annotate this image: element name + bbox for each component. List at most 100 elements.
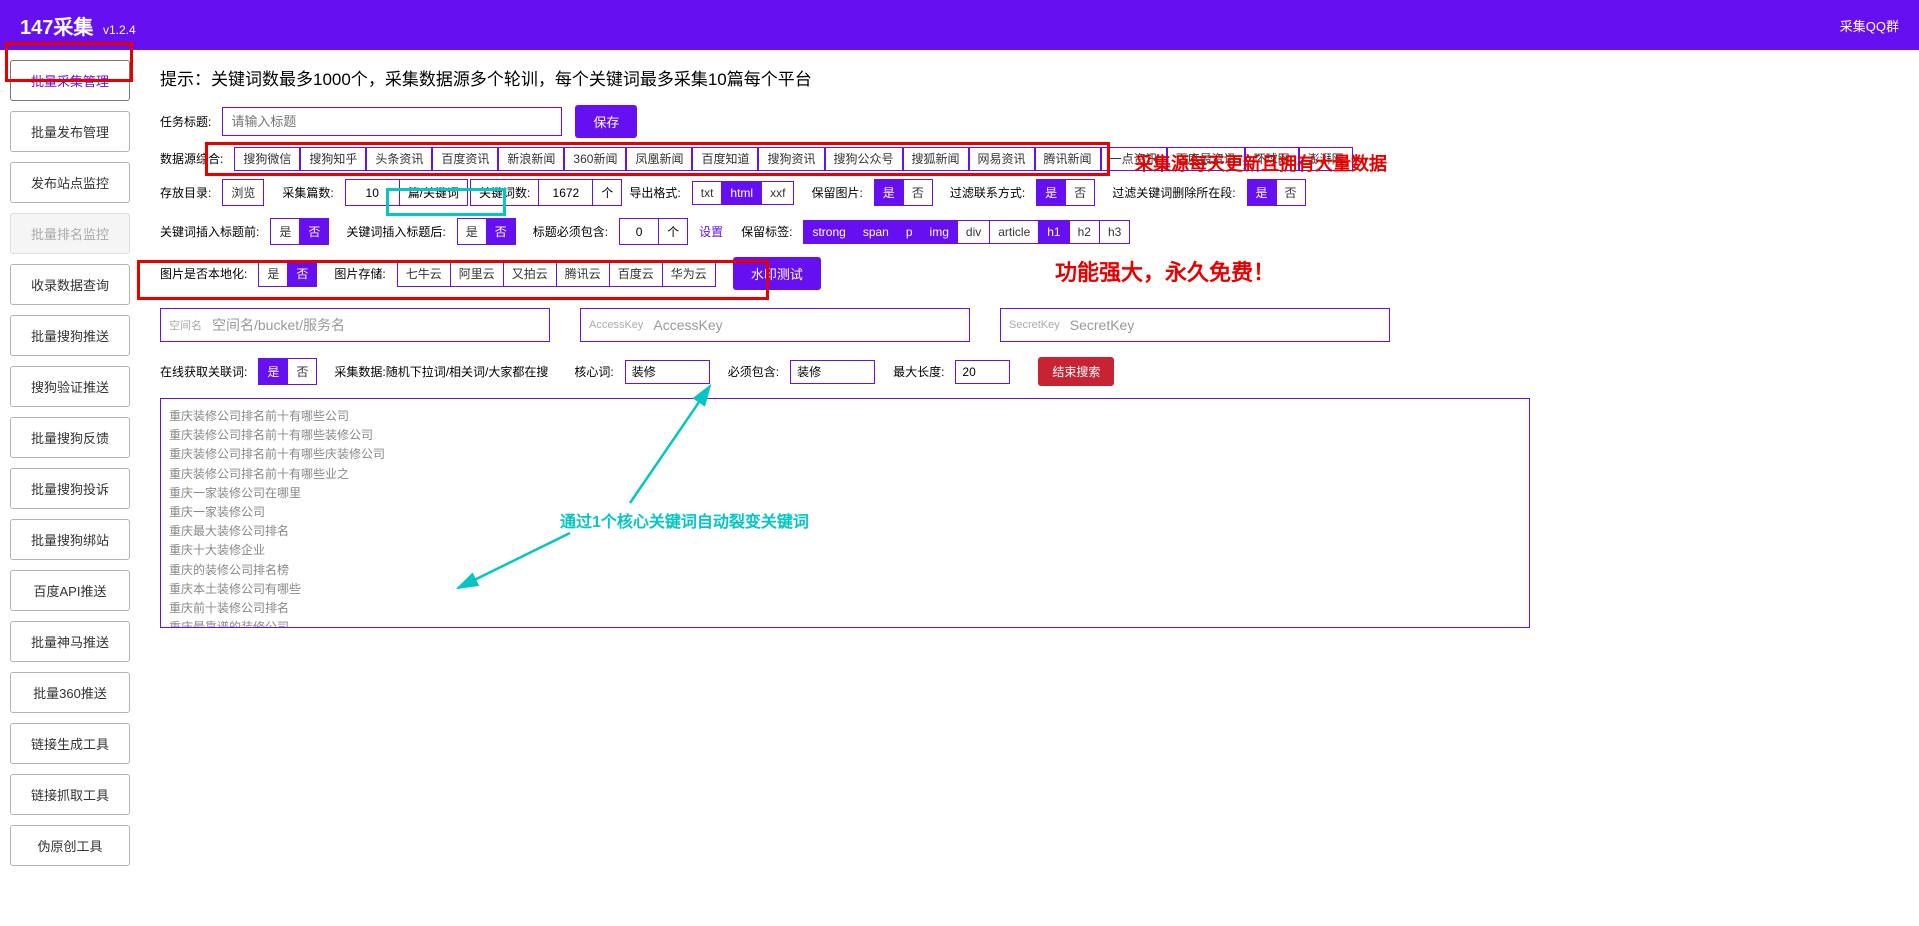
- browse-button[interactable]: 浏览: [222, 179, 264, 206]
- bucket-prefix: 空间名: [169, 317, 202, 333]
- source-tag[interactable]: 360新闻: [564, 147, 626, 171]
- save-button[interactable]: 保存: [575, 105, 637, 138]
- bucket-placeholder: 空间名/bucket/服务名: [212, 315, 345, 335]
- brand: 147采集 v1.2.4: [20, 11, 136, 40]
- count-suffix: 篇/关键词: [400, 179, 468, 206]
- insert-before-option[interactable]: 是: [270, 218, 300, 245]
- sidebar: 批量采集管理批量发布管理发布站点监控批量排名监控收录数据查询批量搜狗推送搜狗验证…: [0, 50, 140, 886]
- source-tag[interactable]: 搜狗资讯: [758, 147, 824, 171]
- sidebar-item[interactable]: 批量360推送: [10, 672, 130, 713]
- source-tag[interactable]: 凤凰新闻: [626, 147, 692, 171]
- title-must-suffix: 个: [659, 218, 688, 245]
- sidebar-item[interactable]: 收录数据查询: [10, 264, 130, 305]
- insert-after-option[interactable]: 否: [486, 218, 516, 245]
- keep-tag-option[interactable]: span: [854, 220, 898, 244]
- insert-after-option[interactable]: 是: [457, 218, 487, 245]
- settings-link[interactable]: 设置: [699, 223, 723, 240]
- keep-tag-option[interactable]: p: [897, 220, 922, 244]
- watermark-test-button[interactable]: 水印测试: [733, 257, 821, 290]
- sidebar-item[interactable]: 批量神马推送: [10, 621, 130, 662]
- source-tag[interactable]: 搜狗微信: [234, 147, 300, 171]
- img-store-option[interactable]: 七牛云: [397, 260, 451, 287]
- sidebar-item[interactable]: 百度API推送: [10, 570, 130, 611]
- export-format-option[interactable]: xxf: [761, 181, 794, 205]
- keep-img-label: 保留图片:: [811, 184, 862, 201]
- kw-before-label: 关键词插入标题前:: [160, 223, 259, 240]
- sidebar-item[interactable]: 批量搜狗反馈: [10, 417, 130, 458]
- img-local-option[interactable]: 否: [287, 260, 317, 287]
- source-tag[interactable]: 头条资讯: [366, 147, 432, 171]
- img-store-option[interactable]: 百度云: [609, 260, 663, 287]
- sidebar-item[interactable]: 搜狗验证推送: [10, 366, 130, 407]
- source-tag[interactable]: 百度知道: [692, 147, 758, 171]
- keep-tag-option[interactable]: img: [921, 220, 958, 244]
- title-must-input[interactable]: [619, 218, 659, 245]
- export-format-option[interactable]: txt: [692, 181, 723, 205]
- maxlen-input[interactable]: [955, 360, 1010, 384]
- filter-contact-option[interactable]: 否: [1065, 179, 1095, 206]
- keep-image-option[interactable]: 否: [903, 179, 933, 206]
- img-local-option[interactable]: 是: [258, 260, 288, 287]
- source-tag[interactable]: 搜狗知乎: [300, 147, 366, 171]
- kw-label: 关键词数:: [470, 179, 538, 206]
- keep-tag-option[interactable]: h3: [1099, 220, 1130, 244]
- keep-tag-option[interactable]: article: [989, 220, 1039, 244]
- sidebar-item[interactable]: 批量搜狗绑站: [10, 519, 130, 560]
- brand-name: 147采集: [20, 17, 93, 39]
- brand-version: v1.2.4: [103, 23, 136, 37]
- img-store-option[interactable]: 阿里云: [450, 260, 504, 287]
- img-store-option[interactable]: 华为云: [662, 260, 716, 287]
- keep-tags-label: 保留标签:: [741, 223, 792, 240]
- sidebar-item[interactable]: 批量采集管理: [10, 60, 130, 101]
- keywords-textarea[interactable]: [160, 398, 1530, 628]
- bucket-input[interactable]: 空间名 空间名/bucket/服务名: [160, 308, 550, 342]
- online-kw-option[interactable]: 是: [258, 358, 288, 385]
- core-label: 核心词:: [574, 363, 613, 380]
- filter-contact-option[interactable]: 是: [1036, 179, 1066, 206]
- source-tag[interactable]: 网易资讯: [969, 147, 1035, 171]
- delete-paragraph-option[interactable]: 是: [1247, 179, 1277, 206]
- main-panel: 提示：关键词数最多1000个，采集数据源多个轮训，每个关键词最多采集10篇每个平…: [140, 50, 1919, 886]
- source-tag[interactable]: 腾讯新闻: [1035, 147, 1101, 171]
- sidebar-item: 批量排名监控: [10, 213, 130, 254]
- sidebar-item[interactable]: 批量发布管理: [10, 111, 130, 152]
- task-title-label: 任务标题:: [160, 113, 211, 130]
- accesskey-placeholder: AccessKey: [653, 317, 722, 333]
- export-format-option[interactable]: html: [721, 181, 762, 205]
- accesskey-input[interactable]: AccessKey AccessKey: [580, 308, 970, 342]
- header-qq-link[interactable]: 采集QQ群: [1840, 16, 1899, 35]
- img-store-label: 图片存储:: [334, 265, 385, 282]
- keep-tag-option[interactable]: h2: [1069, 220, 1100, 244]
- must-contain-input[interactable]: [790, 360, 875, 384]
- kw-suffix: 个: [593, 179, 622, 206]
- sidebar-item[interactable]: 链接生成工具: [10, 723, 130, 764]
- sidebar-item[interactable]: 批量搜狗投诉: [10, 468, 130, 509]
- source-tag[interactable]: 搜狐新闻: [903, 147, 969, 171]
- img-store-option[interactable]: 腾讯云: [556, 260, 610, 287]
- keep-tag-option[interactable]: strong: [803, 220, 854, 244]
- delete-paragraph-option[interactable]: 否: [1276, 179, 1306, 206]
- source-tag[interactable]: 百度资讯: [432, 147, 498, 171]
- online-kw-option[interactable]: 否: [287, 358, 317, 385]
- sidebar-item[interactable]: 伪原创工具: [10, 825, 130, 866]
- insert-before-option[interactable]: 否: [299, 218, 329, 245]
- count-input[interactable]: [345, 179, 400, 206]
- img-store-option[interactable]: 又拍云: [503, 260, 557, 287]
- sidebar-item[interactable]: 批量搜狗推送: [10, 315, 130, 356]
- secretkey-input[interactable]: SecretKey SecretKey: [1000, 308, 1390, 342]
- keep-tag-option[interactable]: div: [957, 220, 990, 244]
- tip-text: 提示：关键词数最多1000个，采集数据源多个轮训，每个关键词最多采集10篇每个平…: [160, 65, 1899, 90]
- task-title-input[interactable]: [222, 107, 562, 136]
- source-tag[interactable]: 新浪新闻: [498, 147, 564, 171]
- kw-count-input[interactable]: [538, 179, 593, 206]
- keep-tag-option[interactable]: h1: [1038, 220, 1069, 244]
- online-src-label: 采集数据:随机下拉词/相关词/大家都在搜: [334, 363, 548, 380]
- sidebar-item[interactable]: 发布站点监控: [10, 162, 130, 203]
- end-search-button[interactable]: 结束搜索: [1038, 357, 1114, 386]
- keep-image-option[interactable]: 是: [874, 179, 904, 206]
- core-input[interactable]: [625, 360, 710, 384]
- img-local-label: 图片是否本地化:: [160, 265, 247, 282]
- sidebar-item[interactable]: 链接抓取工具: [10, 774, 130, 815]
- annotation-text-sources: 采集源每天更新且拥有大量数据: [1135, 150, 1387, 176]
- source-tag[interactable]: 搜狗公众号: [825, 147, 903, 171]
